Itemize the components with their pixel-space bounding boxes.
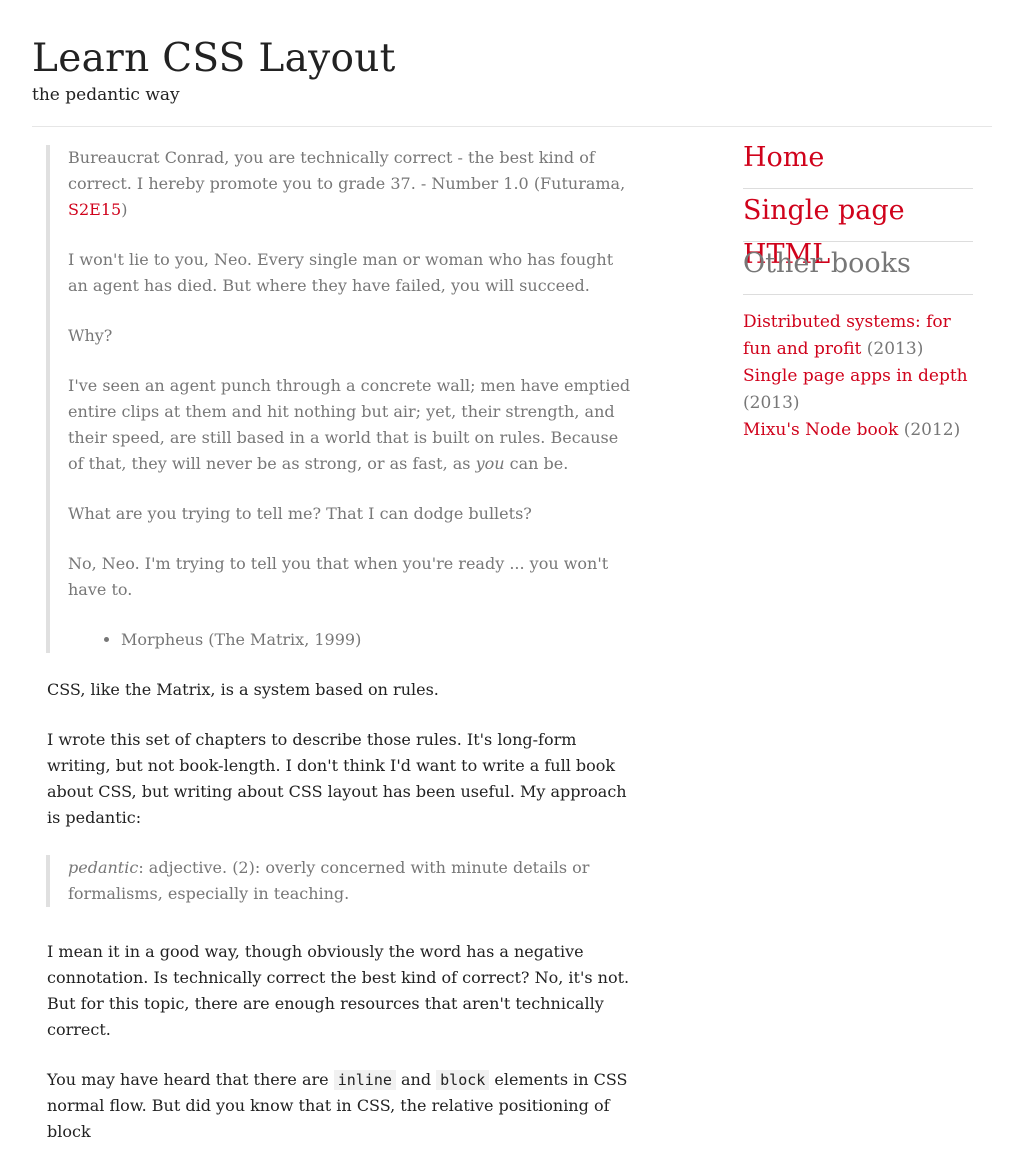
book-year: (2013) [743,393,800,413]
body-text: and [395,1070,437,1089]
book-link[interactable]: Single page apps in depth [743,366,968,386]
definition-paragraph: pedantic: adjective. (2): overly concern… [68,855,637,907]
definition-term: pedantic [68,858,139,877]
quote-paragraph: No, Neo. I'm trying to tell you that whe… [68,554,609,599]
book-year: (2012) [903,420,961,440]
epigraph-quote: Bureaucrat Conrad, you are technically c… [46,145,637,653]
sidebar: Home Single page HTML Other books Distri… [743,136,973,444]
book-list: Distributed systems: for fun and profit … [743,309,973,444]
quote-paragraph: Bureaucrat Conrad, you are technically c… [68,145,637,223]
list-item: Mixu's Node book (2012) [743,417,973,444]
quote-text: Bureaucrat Conrad, you are technically c… [68,148,626,193]
site-header: Learn CSS Layout the pedantic way [32,36,992,108]
quote-text: ) [121,200,128,219]
body-paragraph: I wrote this set of chapters to describe… [47,730,627,827]
quote-paragraph: I've seen an agent punch through a concr… [68,373,637,477]
quote-attribution: Morpheus (The Matrix, 1999) [121,627,637,653]
home-link[interactable]: Home [743,142,824,173]
other-books-heading: Other books [743,242,973,295]
body-paragraph: I mean it in a good way, though obviousl… [47,942,630,1039]
book-year: (2013) [866,339,924,359]
body-paragraph: CSS, like the Matrix, is a system based … [47,680,439,699]
definition-quote: pedantic: adjective. (2): overly concern… [46,855,637,907]
main-content: Bureaucrat Conrad, you are technically c… [46,145,637,1169]
body-text: You may have heard that there are [47,1070,334,1089]
quote-paragraph: Why? [68,326,113,345]
header-divider [32,126,992,127]
quote-text: can be. [504,454,569,473]
sidebar-item-single-page: Single page HTML [743,189,973,270]
quote-paragraph: What are you trying to tell me? That I c… [68,504,532,523]
book-link[interactable]: Mixu's Node book [743,420,898,440]
inline-code: block [436,1070,490,1090]
body-paragraph: You may have heard that there are inline… [47,1067,637,1145]
definition-text: : adjective. (2): overly concerned with … [68,858,590,903]
inline-code: inline [333,1070,396,1090]
site-title: Learn CSS Layout [32,36,396,81]
quote-emphasis: you [475,454,505,473]
episode-link[interactable]: S2E15 [68,200,121,219]
quote-paragraph: I won't lie to you, Neo. Every single ma… [68,250,614,295]
list-item: Distributed systems: for fun and profit … [743,309,973,363]
attribution-list: Morpheus (The Matrix, 1999) [68,627,637,653]
list-item: Single page apps in depth (2013) [743,363,973,417]
sidebar-item-home: Home [743,136,973,189]
site-subtitle: the pedantic way [32,85,180,105]
